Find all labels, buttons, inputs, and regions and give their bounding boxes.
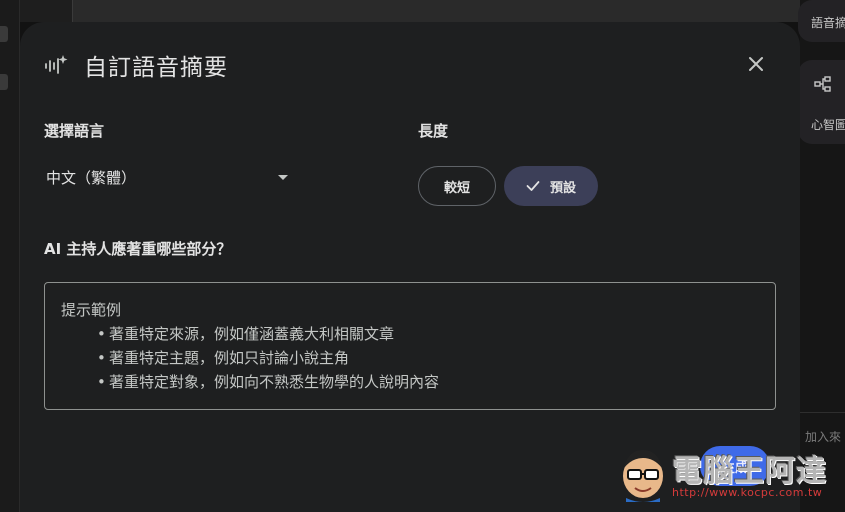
- watermark-logo: 電腦王阿達 http://www.kocpc.com.tw: [616, 440, 841, 506]
- focus-prompt-textarea[interactable]: 提示範例 • 著重特定來源，例如僅涵蓋義大利相關文章 • 著重特定主題，例如只討論小…: [44, 282, 776, 410]
- custom-audio-summary-dialog: 自訂語音摘要 選擇語言 中文（繁體） 長度 較短 預設 AI 主持人應著重哪些部…: [20, 22, 800, 512]
- background-rail-marker: [0, 74, 8, 90]
- watermark-text: 電腦王阿達: [672, 454, 827, 489]
- background-rail-marker: [0, 26, 8, 42]
- audio-sparkle-icon: [45, 55, 68, 74]
- focus-question: AI 主持人應著重哪些部分？: [44, 240, 232, 258]
- background-divider: [800, 412, 845, 413]
- language-label: 選擇語言: [44, 122, 105, 140]
- caret-down-icon: [278, 175, 288, 180]
- length-option-short[interactable]: 較短: [418, 166, 496, 206]
- mascot-face-icon: [623, 450, 663, 502]
- mindmap-card[interactable]: 心智圖: [798, 60, 845, 144]
- length-option-default-label: 預設: [549, 180, 576, 196]
- audio-summary-card[interactable]: 語音摘: [798, 0, 845, 42]
- prompt-placeholder-item: • 著重特定主題，例如只討論小說主角: [61, 346, 759, 370]
- mindmap-icon: [814, 76, 831, 92]
- prompt-placeholder-title: 提示範例: [61, 301, 122, 319]
- length-label: 長度: [418, 122, 449, 140]
- check-icon: [526, 181, 540, 191]
- close-icon: [749, 57, 763, 71]
- length-option-default[interactable]: 預設: [504, 166, 598, 206]
- language-select[interactable]: 中文（繁體）: [44, 162, 292, 192]
- prompt-placeholder-item: • 著重特定來源，例如僅涵蓋義大利相關文章: [61, 322, 759, 346]
- close-button[interactable]: [744, 52, 768, 76]
- dialog-header: 自訂語音摘要: [44, 50, 228, 81]
- audio-summary-card-label: 語音摘: [811, 16, 845, 30]
- background-left-rail: [0, 0, 20, 512]
- prompt-placeholder-item: • 著重特定對象，例如向不熟悉生物學的人說明內容: [61, 370, 759, 394]
- watermark-url: http://www.kocpc.com.tw: [672, 486, 823, 499]
- prompt-placeholder-item-text: 著重特定主題，例如只討論小說主角: [109, 349, 350, 367]
- dialog-title: 自訂語音摘要: [84, 55, 228, 81]
- prompt-placeholder-item-text: 著重特定來源，例如僅涵蓋義大利相關文章: [109, 325, 395, 343]
- prompt-placeholder-item-text: 著重特定對象，例如向不熟悉生物學的人說明內容: [109, 373, 440, 391]
- language-value: 中文（繁體）: [46, 168, 137, 187]
- background-top-panel: [72, 0, 802, 22]
- length-option-short-label: 較短: [443, 180, 470, 196]
- background-top-area: [20, 0, 802, 22]
- mindmap-card-label: 心智圖: [811, 118, 845, 132]
